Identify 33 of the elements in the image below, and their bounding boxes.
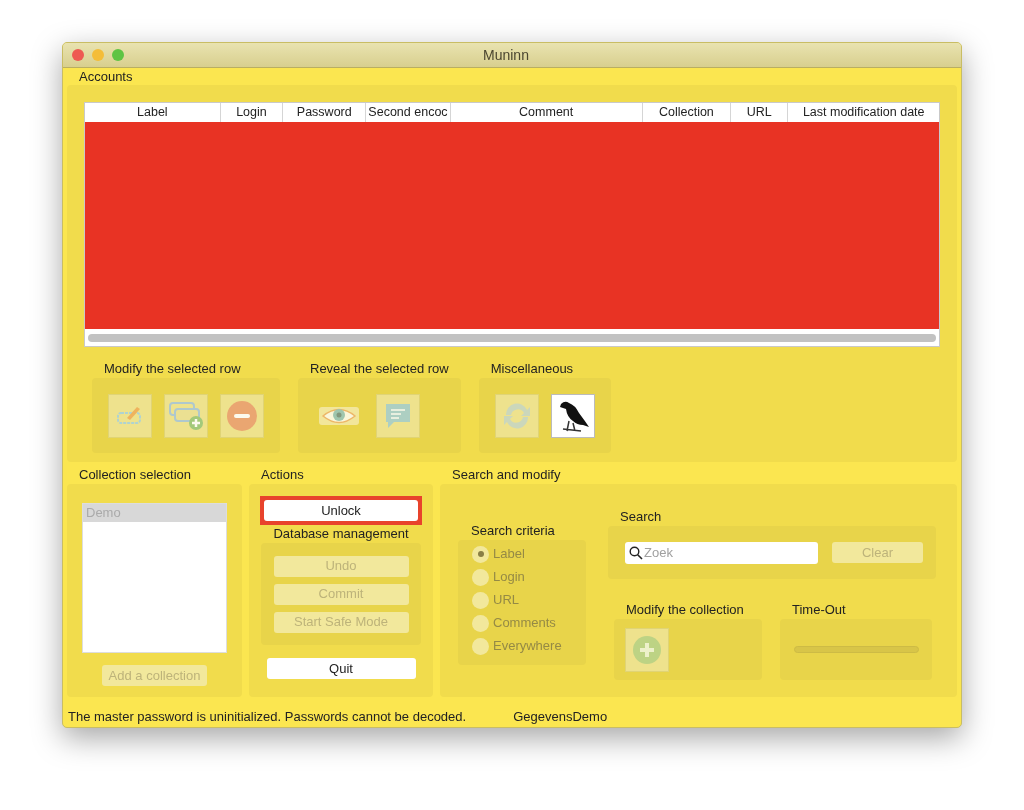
database-name: GegevensDemo xyxy=(513,708,608,726)
section-title: Actions xyxy=(261,466,304,484)
section-title: Collection selection xyxy=(79,466,191,484)
status-message: The master password is uninitialized. Passwords cannot be decoded. xyxy=(68,708,467,726)
section-title: Search and modify xyxy=(452,466,561,484)
group-title: Database management xyxy=(273,526,409,542)
bird-button[interactable] xyxy=(550,393,595,438)
plus-circle-icon xyxy=(632,634,662,665)
group-title: Modify the selected row xyxy=(103,360,242,378)
minimize-button[interactable] xyxy=(92,49,104,61)
eye-icon xyxy=(319,404,359,427)
group-title: Search xyxy=(620,508,662,526)
group-title: Miscellaneous xyxy=(489,360,575,378)
add-cards-icon xyxy=(168,400,204,431)
radio-label: Login xyxy=(493,568,525,587)
group-title: Time-Out xyxy=(792,601,846,619)
zoom-button[interactable] xyxy=(112,49,124,61)
close-button[interactable] xyxy=(72,49,84,61)
radio-label: URL xyxy=(493,591,519,610)
quit-button[interactable]: Quit xyxy=(266,658,416,679)
column-header[interactable]: Label xyxy=(85,103,220,122)
group-title: Search criteria xyxy=(471,522,555,540)
group-title: Reveal the selected row xyxy=(309,360,450,378)
group-title: Modify the collection xyxy=(626,601,744,619)
window-title: Muninn xyxy=(483,45,529,65)
radio-label: Comments xyxy=(493,614,556,633)
horizontal-scrollbar[interactable] xyxy=(88,333,936,342)
minus-circle-icon xyxy=(226,399,258,432)
unlock-button[interactable]: Unlock xyxy=(264,500,418,521)
section-title: Accounts xyxy=(79,69,133,85)
radio-label: Label xyxy=(493,545,525,564)
radio-label: Everywhere xyxy=(493,637,562,656)
search-icon xyxy=(629,545,643,560)
